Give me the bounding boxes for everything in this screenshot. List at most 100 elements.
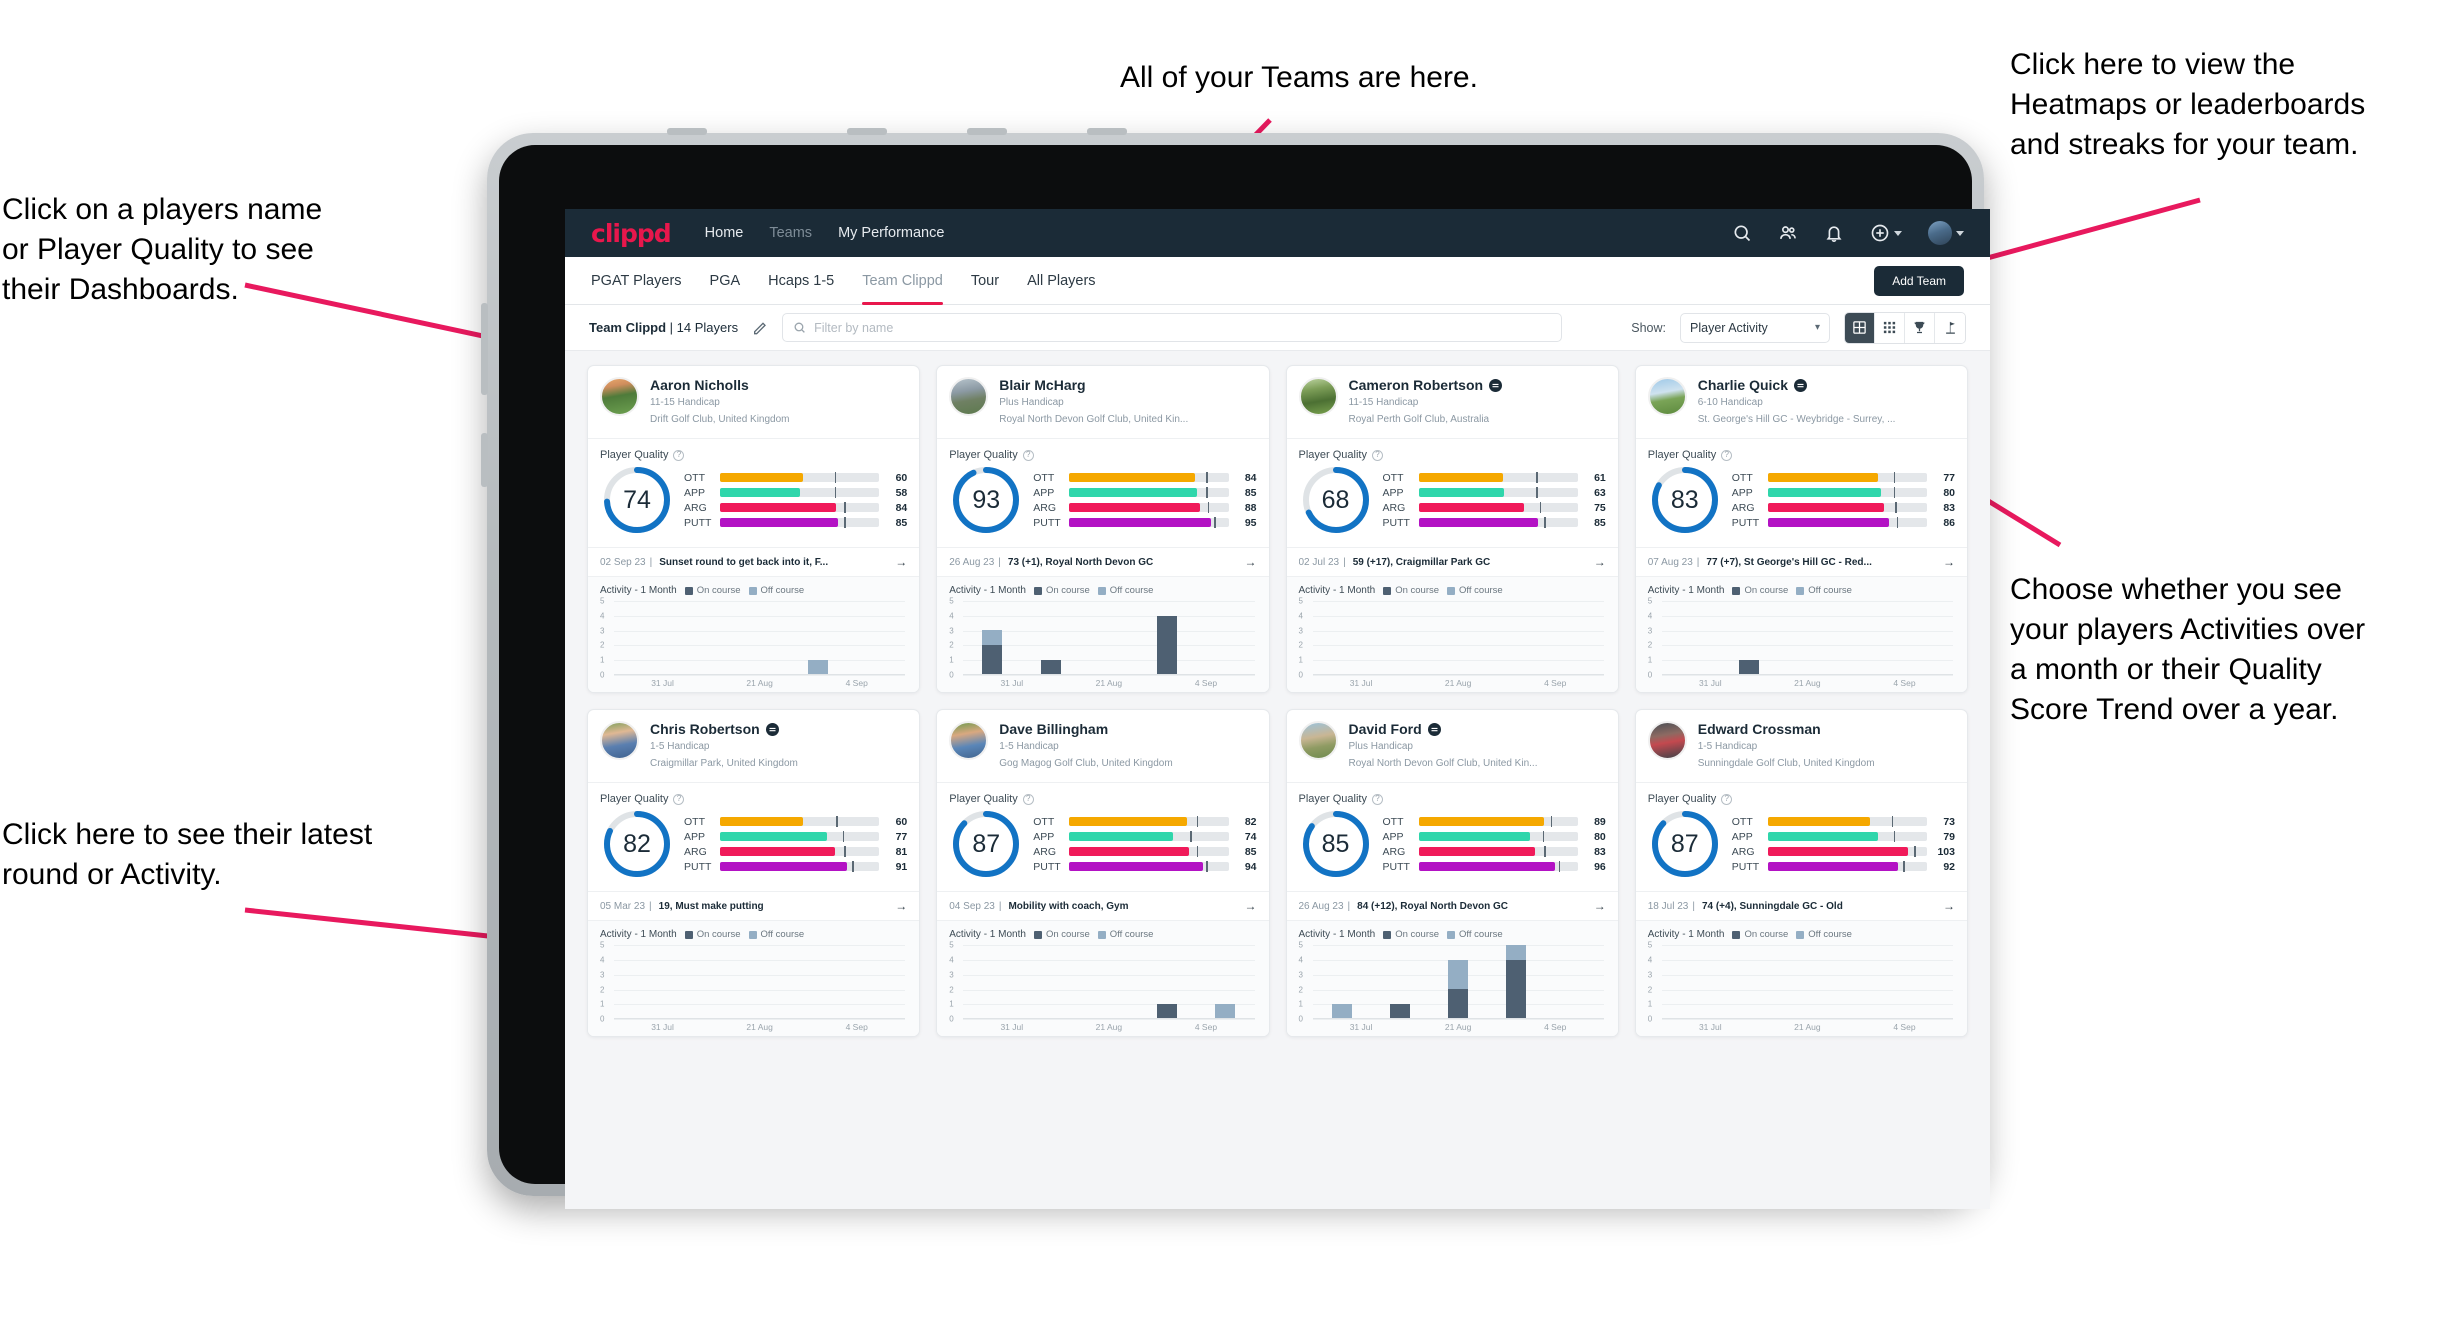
metric-bar [720,816,880,828]
player-card-header[interactable]: Charlie Quick 6-10 Handicap St. George's H… [1636,366,1967,438]
arrow-right-icon[interactable]: → [1594,899,1606,913]
player-card-header[interactable]: Blair McHarg Plus Handicap Royal North Dev… [937,366,1268,438]
player-name[interactable]: Dave Billingham [999,721,1172,737]
latest-round-row[interactable]: 18 Jul 23 | 74 (+4), Sunningdale GC - Old → [1635,891,1967,920]
bell-icon[interactable] [1824,223,1844,243]
edit-pencil-icon[interactable] [752,320,768,336]
player-card[interactable]: Edward Crossman 1-5 Handicap Sunningdale G… [1634,709,1968,1038]
player-quality-section[interactable]: Player Quality? 82 OTT 60 APP 77 ARG 81 PUTT 91 [588,782,920,891]
bar-slot [1778,945,1836,1018]
people-icon[interactable] [1778,223,1798,243]
bar-slot [1313,601,1371,674]
search-input[interactable] [814,320,1552,335]
x-tick: 21 Aug [1444,1022,1472,1033]
plus-circle-icon[interactable] [1870,223,1902,243]
player-card-header[interactable]: Dave Billingham 1-5 Handicap Gog Magog Gol… [937,710,1268,782]
grid-view-button[interactable] [1845,312,1875,343]
player-quality-section[interactable]: Player Quality? 87 OTT 82 APP 74 ARG 85 PUTT 94 [937,782,1269,891]
activity-chart: 5 4 3 2 1 0 [600,597,907,680]
latest-round-row[interactable]: 02 Sep 23 | Sunset round to get back into … [588,547,920,576]
help-icon[interactable]: ? [673,449,685,461]
player-name[interactable]: Cameron Robertson [1349,377,1503,393]
arrow-right-icon[interactable]: → [895,555,907,569]
add-team-button[interactable]: Add Team [1874,265,1964,296]
help-icon[interactable]: ? [1022,793,1034,805]
arrow-right-icon[interactable]: → [1943,899,1955,913]
player-card-header[interactable]: Chris Robertson 1-5 Handicap Craigmillar P… [588,710,919,782]
x-tick: 31 Jul [1349,1022,1373,1033]
player-card[interactable]: Dave Billingham 1-5 Handicap Gog Magog Gol… [936,709,1270,1038]
player-name[interactable]: Charlie Quick [1698,377,1896,393]
arrow-right-icon[interactable]: → [1594,555,1606,569]
player-card[interactable]: Blair McHarg Plus Handicap Royal North Dev… [936,365,1270,694]
chevron-down-icon [1894,230,1902,236]
avatar[interactable] [1928,221,1964,245]
app-header: clippd Home Teams My Performance [565,209,1990,257]
player-quality-section[interactable]: Player Quality? 93 OTT 84 APP 85 ARG 88 PUTT 95 [937,438,1269,547]
help-icon[interactable]: ? [1721,449,1733,461]
player-name[interactable]: Chris Robertson [650,721,798,737]
tab-pgat-players[interactable]: PGAT Players [591,257,682,305]
arrow-right-icon[interactable]: → [1943,555,1955,569]
player-card[interactable]: David Ford Plus Handicap Royal North Devon… [1285,709,1619,1038]
metric-value: 92 [1943,860,1955,873]
activity-header: Activity - 1 Month On course Off course [1648,585,1955,596]
player-card-header[interactable]: Aaron Nicholls 11-15 Handicap Drift Golf C… [588,366,919,438]
latest-round-row[interactable]: 05 Mar 23 | 19, Must make putting → [588,891,920,920]
help-icon[interactable]: ? [1721,793,1733,805]
nav-teams[interactable]: Teams [769,225,812,241]
clippd-logo[interactable]: clippd [591,219,672,248]
player-name[interactable]: Blair McHarg [999,377,1188,393]
player-card[interactable]: Aaron Nicholls 11-15 Handicap Drift Golf C… [587,365,921,694]
tab-pga[interactable]: PGA [710,257,741,305]
arrow-right-icon[interactable]: → [895,899,907,913]
y-tick: 5 [1647,940,1653,950]
help-icon[interactable]: ? [673,793,685,805]
player-quality-section[interactable]: Player Quality? 85 OTT 89 APP 80 ARG 83 PUTT 96 [1286,782,1618,891]
activity-bar [1389,1003,1410,1019]
help-icon[interactable]: ? [1371,793,1383,805]
round-text: 77 (+7), St George's Hill GC - Red... [1706,556,1872,568]
player-card-header[interactable]: Cameron Robertson 11-15 Handicap Royal Per… [1287,366,1618,438]
tab-all-players[interactable]: All Players [1027,257,1096,305]
dense-grid-view-button[interactable] [1875,312,1905,343]
player-name[interactable]: David Ford [1349,721,1538,737]
metric-label: APP [1382,486,1404,499]
help-icon[interactable]: ? [1371,449,1383,461]
latest-round-row[interactable]: 04 Sep 23 | Mobility with coach, Gym → [937,891,1269,920]
latest-round-row[interactable]: 26 Aug 23 | 73 (+1), Royal North Devon GC → [937,547,1269,576]
latest-round-row[interactable]: 26 Aug 23 | 84 (+12), Royal North Devon GC… [1286,891,1618,920]
player-card[interactable]: Chris Robertson 1-5 Handicap Craigmillar P… [587,709,921,1038]
nav-my-performance[interactable]: My Performance [838,225,944,241]
player-quality-section[interactable]: Player Quality? 83 OTT 77 APP 80 ARG 83 PUTT 86 [1635,438,1967,547]
flag-view-button[interactable] [1935,312,1965,343]
tab-tour[interactable]: Tour [971,257,999,305]
metric-value: 85 [1244,845,1257,858]
y-tick: 4 [1298,955,1303,965]
player-quality-section[interactable]: Player Quality? 74 OTT 60 APP 58 ARG 84 PUTT 85 [588,438,920,547]
tab-hcaps-1-5[interactable]: Hcaps 1-5 [768,257,834,305]
activity-section: Activity - 1 Month On course Off course 5 4 3… [1286,920,1618,1037]
search-icon[interactable] [1732,223,1752,243]
player-name[interactable]: Aaron Nicholls [650,377,790,393]
player-card[interactable]: Charlie Quick 6-10 Handicap St. George's H… [1634,365,1968,694]
metric-label: ARG [1033,845,1057,858]
show-select[interactable]: Player Activity ▾ [1680,312,1830,343]
nav-home[interactable]: Home [705,225,744,241]
latest-round-row[interactable]: 02 Jul 23 | 59 (+17), Craigmillar Park GC → [1286,547,1618,576]
help-icon[interactable]: ? [1022,449,1034,461]
latest-round-row[interactable]: 07 Aug 23 | 77 (+7), St George's Hill GC -… [1635,547,1967,576]
arrow-right-icon[interactable]: → [1245,899,1257,913]
player-quality-section[interactable]: Player Quality? 87 OTT 73 APP 79 ARG 103 PUTT 92 [1635,782,1967,891]
player-card-header[interactable]: Edward Crossman 1-5 Handicap Sunningdale G… [1636,710,1967,782]
player-name[interactable]: Edward Crossman [1698,721,1875,737]
tab-team-clippd[interactable]: Team Clippd [862,257,943,305]
search-box[interactable] [782,313,1563,342]
arrow-right-icon[interactable]: → [1245,555,1257,569]
player-card-header[interactable]: David Ford Plus Handicap Royal North Devon… [1287,710,1618,782]
y-tick: 0 [1647,1014,1653,1024]
player-card[interactable]: Cameron Robertson 11-15 Handicap Royal Per… [1285,365,1619,694]
trophy-view-button[interactable] [1905,312,1935,343]
player-quality-section[interactable]: Player Quality? 68 OTT 61 APP 63 ARG 75 PUTT 85 [1286,438,1618,547]
quality-ring: 87 [1648,807,1722,881]
